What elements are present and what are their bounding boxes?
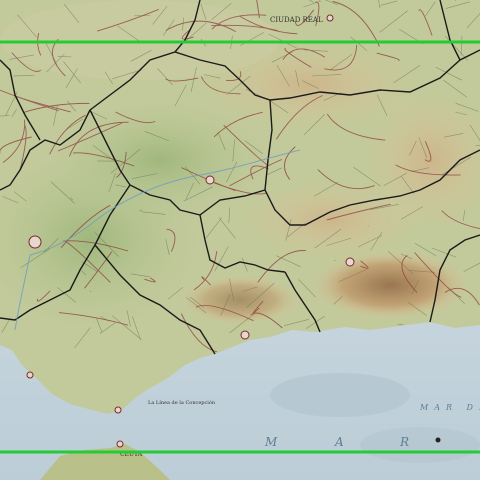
seafloor-shade	[360, 427, 480, 463]
city-ciudad-real[interactable]	[326, 14, 334, 22]
map-canvas[interactable]: CIUDAD REAL La Línea de la Concepción CE…	[0, 0, 480, 480]
city-sevilla[interactable]	[28, 235, 42, 249]
label-sea-r: R	[399, 435, 415, 449]
city-dot	[435, 437, 441, 443]
label-la-linea: La Línea de la Concepción	[148, 399, 216, 406]
seafloor-shade	[270, 373, 410, 417]
label-ciudad-real: CIUDAD REAL	[270, 16, 323, 24]
label-mar-de: MAR DE	[419, 403, 480, 412]
city-malaga[interactable]	[240, 330, 250, 340]
city-cordoba[interactable]	[205, 175, 215, 185]
map-viewport[interactable]: CIUDAD REAL La Línea de la Concepción CE…	[0, 0, 480, 480]
campina-lowland	[50, 100, 270, 220]
label-sea-a: A	[334, 435, 350, 449]
city-ceuta[interactable]	[116, 440, 124, 448]
label-sea-m: M	[264, 435, 283, 449]
city-cadiz[interactable]	[26, 371, 34, 379]
city-algeciras[interactable]	[114, 406, 122, 414]
malaga-ranges-relief	[180, 275, 300, 325]
sierra-nevada-relief	[310, 250, 470, 320]
subbetic-relief	[240, 180, 420, 260]
city-granada[interactable]	[345, 257, 355, 267]
northern-plateau	[0, 0, 280, 80]
